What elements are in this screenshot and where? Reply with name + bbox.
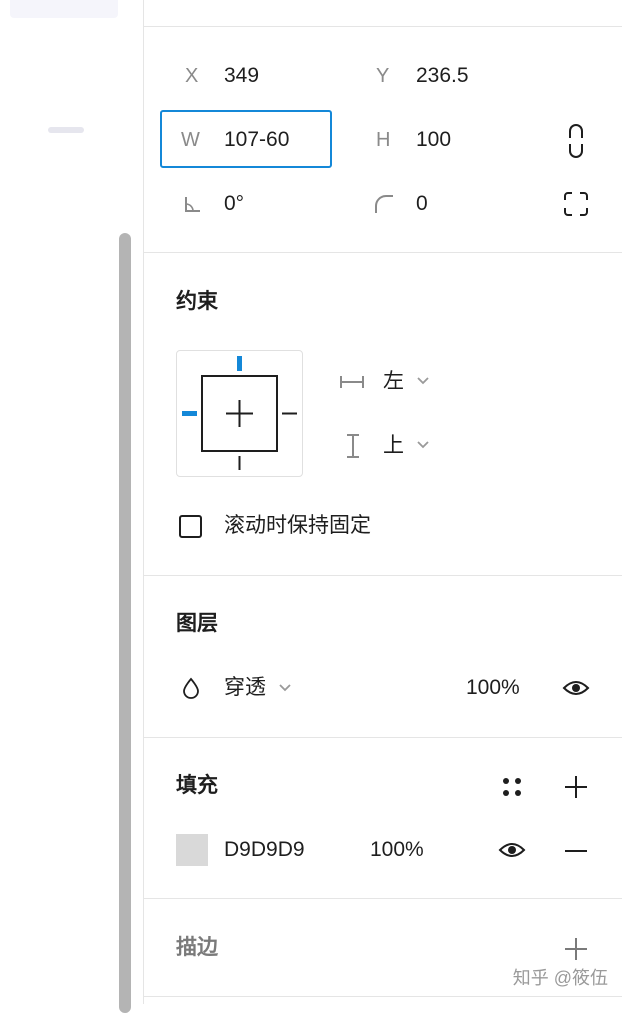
left-pane-handle (48, 127, 84, 133)
scrollbar[interactable] (119, 233, 131, 1013)
fill-color-swatch[interactable] (176, 834, 208, 866)
h-label: H (376, 129, 391, 151)
independent-corners-icon[interactable] (563, 191, 589, 217)
fix-scroll-label: 滚动时保持固定 (224, 514, 371, 537)
layer-opacity-field[interactable]: 100% (466, 676, 520, 700)
width-field[interactable]: 107-60 (224, 128, 289, 152)
vertical-constraint-icon (346, 434, 360, 458)
section-divider (144, 26, 622, 27)
height-field[interactable]: 100 (416, 128, 451, 152)
add-stroke-icon[interactable] (564, 937, 588, 961)
w-label: W (181, 129, 200, 151)
chevron-down-icon[interactable] (416, 440, 430, 450)
rotation-icon (184, 195, 202, 213)
section-divider (144, 575, 622, 576)
eye-icon[interactable] (562, 678, 590, 698)
section-divider (144, 996, 622, 997)
properties-panel: X 349 Y 236.5 W 107-60 H 100 0° 0 约束 左 上… (144, 0, 622, 1004)
remove-fill-icon[interactable] (564, 849, 588, 853)
constrain-proportions-icon[interactable] (564, 124, 588, 158)
section-divider (144, 737, 622, 738)
chevron-down-icon[interactable] (278, 683, 292, 693)
corner-radius-field[interactable]: 0 (416, 192, 428, 216)
horizontal-constraint-icon (340, 375, 364, 389)
eye-icon[interactable] (498, 840, 526, 860)
section-divider (144, 898, 622, 899)
left-pane-item[interactable] (10, 0, 118, 18)
blend-mode-drop-icon (182, 677, 200, 699)
fill-title: 填充 (176, 774, 218, 797)
fill-opacity-field[interactable]: 100% (370, 838, 424, 862)
rotation-field[interactable]: 0° (224, 192, 244, 216)
chevron-down-icon[interactable] (416, 376, 430, 386)
fix-scroll-checkbox[interactable] (179, 515, 202, 538)
stroke-title: 描边 (176, 936, 218, 959)
constraint-left-active[interactable] (182, 411, 197, 416)
vertical-constraint-select[interactable]: 上 (383, 434, 404, 458)
style-grid-icon[interactable] (500, 775, 524, 799)
add-fill-icon[interactable] (564, 775, 588, 799)
x-field[interactable]: 349 (224, 64, 259, 88)
y-label: Y (376, 65, 390, 87)
left-pane (0, 0, 144, 1013)
x-label: X (185, 65, 199, 87)
constraint-widget[interactable] (176, 350, 303, 477)
constraint-top-active[interactable] (237, 356, 242, 371)
layer-title: 图层 (176, 612, 218, 635)
blend-mode-select[interactable]: 穿透 (224, 676, 266, 700)
fill-color-field[interactable]: D9D9D9 (224, 838, 305, 862)
y-field[interactable]: 236.5 (416, 64, 469, 88)
horizontal-constraint-select[interactable]: 左 (383, 370, 404, 394)
constraints-title: 约束 (176, 290, 218, 313)
corner-radius-icon (374, 194, 394, 214)
watermark: 知乎 @筱伍 (512, 968, 608, 988)
section-divider (144, 252, 622, 253)
